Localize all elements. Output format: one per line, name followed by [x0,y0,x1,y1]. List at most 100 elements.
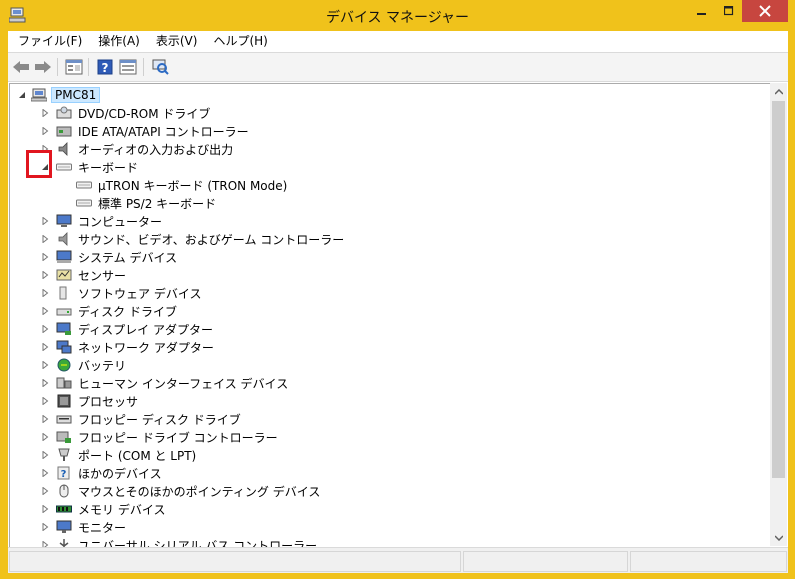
collapsed-triangle-icon [42,397,49,405]
sensor-icon [56,269,72,281]
tree-category[interactable]: センサー [56,266,128,284]
tree-category-label: プロセッサ [78,394,139,409]
monitor-icon [56,520,72,533]
tree-category[interactable]: ネットワーク アダプター [56,338,216,356]
floppy-drive-icon [56,415,72,424]
tree-category[interactable]: メモリ デバイス [56,500,167,518]
toolbar: ? [8,52,788,82]
forward-button[interactable] [34,58,52,76]
tree-category-label: センサー [78,268,127,283]
tree-category[interactable]: キーボード [56,158,140,176]
expand-toggle[interactable] [40,108,50,118]
collapsed-triangle-icon [42,325,49,333]
vertical-scrollbar[interactable] [770,83,787,546]
properties-button[interactable] [65,58,83,76]
collapsed-triangle-icon [42,289,49,297]
collapsed-triangle-icon [42,469,49,477]
keyboard-icon [76,181,92,189]
tree-category[interactable]: マウスとそのほかのポインティング デバイス [56,482,322,500]
tree-category-label: ディスプレイ アダプター [78,322,213,337]
scroll-down-button[interactable] [770,529,787,546]
scan-hardware-button[interactable] [151,58,169,76]
tree-category[interactable]: オーディオの入力および出力 [56,140,235,158]
expand-toggle[interactable] [40,252,50,262]
collapsed-triangle-icon [42,415,49,423]
root-collapse-toggle[interactable] [17,90,27,100]
expand-toggle[interactable] [40,396,50,406]
tree-category[interactable]: システム デバイス [56,248,179,266]
client-area: ファイル(F) 操作(A) 表示(V) ヘルプ(H) ? PMC81 DVD/C… [8,31,788,573]
expand-toggle[interactable] [40,126,50,136]
expand-toggle[interactable] [40,486,50,496]
menu-file[interactable]: ファイル(F) [8,31,90,51]
tree-category[interactable]: ディスク ドライブ [56,302,179,320]
expand-toggle[interactable] [40,414,50,424]
expand-toggle[interactable] [40,270,50,280]
expand-toggle[interactable] [40,288,50,298]
tree-category-label: コンピューター [78,214,163,229]
collapsed-triangle-icon [42,307,49,315]
expand-toggle[interactable] [40,468,50,478]
expand-toggle[interactable] [40,450,50,460]
help-button[interactable]: ? [96,58,114,76]
scroll-thumb[interactable] [772,101,785,478]
tree-category[interactable]: サウンド、ビデオ、およびゲーム コントローラー [56,230,346,248]
tree-device[interactable]: μTRON キーボード (TRON Mode) [76,176,289,194]
tree-category[interactable]: ヒューマン インターフェイス デバイス [56,374,290,392]
tree-category[interactable]: バッテリ [56,356,128,374]
expand-toggle[interactable] [40,360,50,370]
tree-category[interactable]: ポート (COM と LPT) [56,446,198,464]
expand-toggle[interactable] [40,432,50,442]
close-button[interactable] [742,0,788,22]
tree-root[interactable]: PMC81 [31,86,101,104]
tree-category[interactable]: ユニバーサル シリアル バス コントローラー [56,536,319,547]
tree-category[interactable]: DVD/CD-ROM ドライブ [56,104,212,122]
sound-icon [58,232,68,246]
expand-toggle[interactable] [40,504,50,514]
scroll-up-button[interactable] [770,83,787,100]
expand-toggle[interactable] [40,234,50,244]
tree-category[interactable]: ? ほかのデバイス [56,464,164,482]
tree-category-label: バッテリ [78,358,127,373]
expand-toggle[interactable] [40,342,50,352]
tree-category[interactable]: モニター [56,518,128,536]
tree-category-label: ネットワーク アダプター [78,340,214,355]
usb-controller-icon [59,539,69,547]
menu-view[interactable]: 表示(V) [148,31,206,51]
tree-category[interactable]: ディスプレイ アダプター [56,320,215,338]
tree-category[interactable]: コンピューター [56,212,164,230]
menu-action[interactable]: 操作(A) [90,31,148,51]
collapsed-triangle-icon [42,109,49,117]
expand-toggle[interactable] [40,324,50,334]
tree-category-label: サウンド、ビデオ、およびゲーム コントローラー [78,232,345,247]
back-button[interactable] [12,58,30,76]
tree-category[interactable]: プロセッサ [56,392,140,410]
other-device-icon: ? [57,466,70,480]
tree-category-label: ソフトウェア デバイス [78,286,202,301]
expand-toggle[interactable] [40,540,50,547]
title-bar[interactable]: デバイス マネージャー [0,0,795,31]
device-tree[interactable]: PMC81 DVD/CD-ROM ドライブ IDE ATA/ATAPI コントロー… [9,83,770,547]
tree-category[interactable]: IDE ATA/ATAPI コントローラー [56,122,251,140]
maximize-button[interactable] [716,0,742,22]
expanded-triangle-icon [19,92,25,98]
tree-category-label: ほかのデバイス [78,466,162,481]
maximize-icon [724,6,734,16]
tree-category[interactable]: フロッピー ドライブ コントローラー [56,428,280,446]
expand-toggle[interactable] [40,306,50,316]
keyboard-icon [76,199,92,207]
tree-category[interactable]: ソフトウェア デバイス [56,284,203,302]
expand-toggle[interactable] [40,378,50,388]
show-hidden-button[interactable] [119,58,137,76]
optical-drive-icon [56,106,72,119]
battery-icon [57,358,71,372]
tree-category-label: キーボード [78,160,139,175]
menu-help[interactable]: ヘルプ(H) [205,31,275,51]
expand-toggle[interactable] [40,522,50,532]
toolbar-separator [88,58,89,76]
computer-root-icon [31,88,47,102]
expand-toggle[interactable] [40,216,50,226]
minimize-button[interactable] [688,0,716,22]
tree-device[interactable]: 標準 PS/2 キーボード [76,194,218,212]
tree-category[interactable]: フロッピー ディスク ドライブ [56,410,243,428]
